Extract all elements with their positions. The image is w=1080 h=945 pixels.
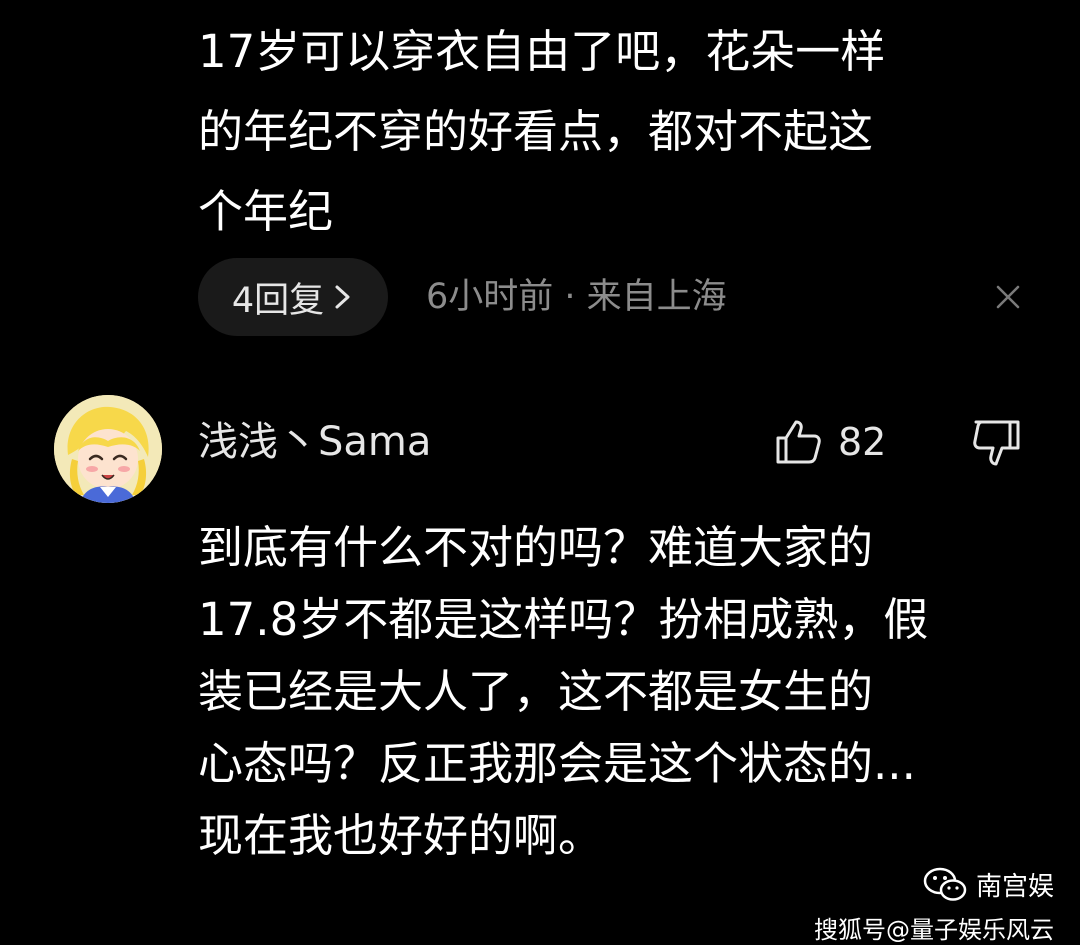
previous-comment-text: 17岁可以穿衣自由了吧，花朵一样 的年纪不穿的好看点，都对不起这 个年纪 bbox=[198, 12, 1018, 252]
comment-body: 到底有什么不对的吗？难道大家的 17.8岁不都是这样吗？扮相成熟，假 装已经是大… bbox=[198, 512, 1058, 872]
previous-comment-line: 17岁可以穿衣自由了吧，花朵一样 bbox=[198, 25, 886, 78]
view-replies-label: 4回复 bbox=[231, 280, 325, 321]
previous-comment-line: 的年纪不穿的好看点，都对不起这 bbox=[198, 105, 874, 158]
watermark-account: 南宫娱 bbox=[814, 864, 1054, 904]
like-count: 82 bbox=[838, 420, 887, 464]
thumbs-down-icon[interactable] bbox=[968, 414, 1024, 470]
close-icon[interactable] bbox=[988, 277, 1028, 317]
wechat-icon bbox=[923, 867, 967, 901]
comment-time-location: 6小时前 · 来自上海 bbox=[426, 277, 727, 317]
watermark-account-name: 南宫娱 bbox=[975, 871, 1054, 902]
thumbs-up-icon bbox=[776, 420, 821, 464]
comment-username[interactable]: 浅浅丶Sama bbox=[198, 410, 431, 474]
chevron-right-icon bbox=[335, 285, 350, 309]
previous-comment-line: 个年纪 bbox=[198, 185, 334, 238]
comment-body-line: 装已经是大人了，这不都是女生的 bbox=[198, 665, 874, 718]
comment-body-line: 心态吗？反正我那会是这个状态的... bbox=[198, 737, 916, 790]
like-button[interactable]: 82 bbox=[772, 412, 886, 472]
comment-thread: 17岁可以穿衣自由了吧，花朵一样 的年纪不穿的好看点，都对不起这 个年纪 4回复… bbox=[0, 0, 1080, 944]
comment-body-line: 17.8岁不都是这样吗？扮相成熟，假 bbox=[198, 593, 929, 646]
view-replies-button[interactable]: 4回复 bbox=[198, 258, 388, 336]
watermark: 南宫娱 搜狐号@量子娱乐风云 bbox=[814, 864, 1054, 945]
anime-avatar-icon bbox=[54, 395, 162, 503]
comment-body-line: 到底有什么不对的吗？难道大家的 bbox=[198, 521, 874, 574]
previous-comment-meta-row: 4回复 6小时前 · 来自上海 bbox=[198, 258, 1028, 336]
comment-body-line: 现在我也好好的啊。 bbox=[198, 809, 604, 862]
watermark-source: 搜狐号@量子娱乐风云 bbox=[814, 916, 1054, 944]
avatar[interactable] bbox=[54, 395, 162, 503]
